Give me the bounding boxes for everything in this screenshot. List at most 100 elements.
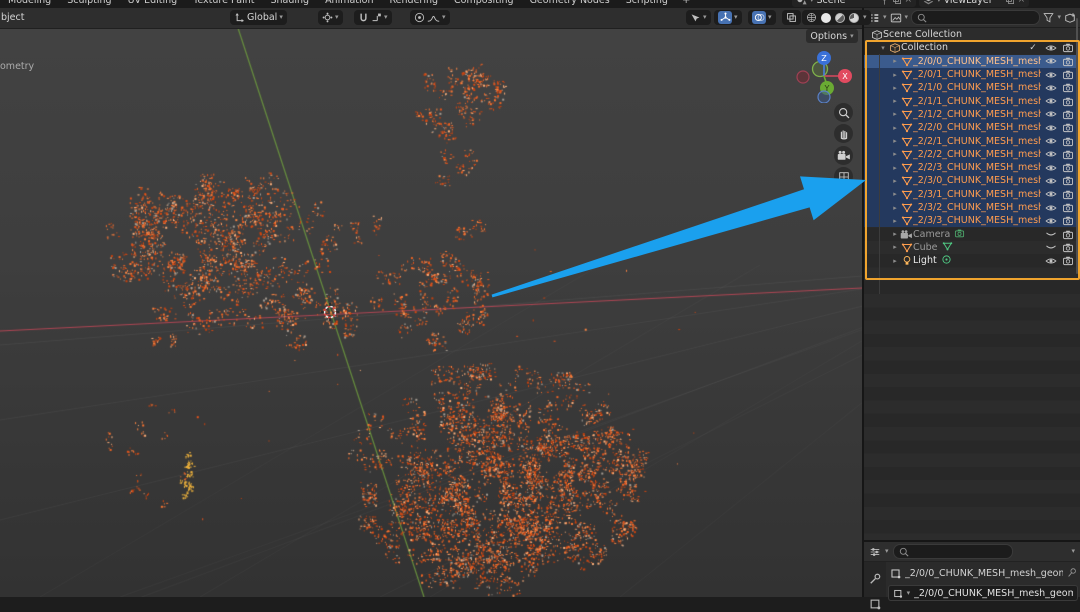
- workspace-tab-rendering[interactable]: Rendering: [382, 0, 447, 6]
- disclosure-icon[interactable]: ▸: [890, 243, 900, 251]
- disclosure-icon[interactable]: ▸: [890, 217, 900, 225]
- render-camera-icon[interactable]: [1061, 82, 1075, 93]
- render-camera-icon[interactable]: [1061, 109, 1075, 120]
- eye-icon[interactable]: [1044, 96, 1058, 106]
- outliner-row[interactable]: ▸ Cube: [864, 241, 1080, 254]
- outliner-row[interactable]: ▸ _2/0/0_CHUNK_MESH_mesh_geome: [864, 54, 1080, 68]
- xray-toggle[interactable]: [782, 10, 801, 25]
- disclosure-icon[interactable]: ▸: [890, 164, 900, 172]
- display-mode-icon[interactable]: [890, 12, 902, 24]
- close-icon[interactable]: ×: [905, 0, 913, 5]
- xray-icon[interactable]: [786, 12, 797, 23]
- overlays-dropdown[interactable]: ▾: [748, 10, 776, 25]
- eye-icon[interactable]: [1044, 176, 1058, 186]
- workspace-tab-shading[interactable]: Shading: [262, 0, 317, 6]
- 3d-viewport[interactable]: ometry Options ▾ Z X Y: [0, 28, 862, 597]
- mode-selector[interactable]: bject: [1, 12, 24, 23]
- eye-icon[interactable]: [1044, 242, 1058, 252]
- outliner-row[interactable]: ▸ _2/0/1_CHUNK_MESH_mesh_geome: [864, 67, 1080, 82]
- rendered-shading-icon[interactable]: [849, 12, 859, 23]
- disclosure-icon[interactable]: ▸: [890, 110, 900, 118]
- properties-editor-icon[interactable]: [869, 546, 881, 558]
- outliner-row[interactable]: ▸ _2/2/3_CHUNK_MESH_mesh_geome: [864, 160, 1080, 175]
- snap-target-icon[interactable]: [371, 12, 382, 23]
- eye-icon[interactable]: [1044, 163, 1058, 173]
- proportional-edit-controls[interactable]: ▾: [410, 10, 450, 25]
- disclosure-icon[interactable]: ▸: [890, 97, 900, 105]
- add-workspace-button[interactable]: +: [676, 0, 696, 6]
- outliner-row[interactable]: ▸ Camera: [864, 227, 1080, 240]
- eye-icon[interactable]: [1044, 43, 1058, 53]
- disclosure-icon[interactable]: ▸: [890, 124, 900, 132]
- scene-name[interactable]: Scene: [817, 0, 877, 6]
- copy-viewlayer-icon[interactable]: [1005, 0, 1015, 5]
- checkbox-checked-icon[interactable]: ✓: [1026, 43, 1040, 53]
- material-preview-icon[interactable]: [835, 12, 845, 23]
- eye-icon[interactable]: [1044, 70, 1058, 80]
- outliner-row[interactable]: ▸ Light: [864, 254, 1080, 267]
- ortho-toggle-button[interactable]: [834, 167, 853, 186]
- render-camera-icon[interactable]: [1061, 149, 1075, 160]
- render-camera-icon[interactable]: [1061, 96, 1075, 107]
- render-camera-icon[interactable]: [1061, 202, 1075, 213]
- eye-icon[interactable]: [1044, 83, 1058, 93]
- object-visibility-dropdown[interactable]: ▾: [686, 10, 711, 25]
- workspace-tab-modeling[interactable]: Modeling: [0, 0, 59, 6]
- viewlayer-name[interactable]: ViewLayer: [944, 0, 1002, 6]
- eye-icon[interactable]: [1044, 149, 1058, 159]
- workspace-tab-compositing[interactable]: Compositing: [446, 0, 522, 6]
- gizmo-neg-x-ball[interactable]: [796, 70, 810, 84]
- render-camera-icon[interactable]: [1061, 189, 1075, 200]
- camera-view-button[interactable]: [834, 146, 853, 165]
- disclosure-icon[interactable]: ▸: [890, 230, 900, 238]
- disclosure-icon[interactable]: ▸: [890, 204, 900, 212]
- outliner-row[interactable]: ▸ _2/2/2_CHUNK_MESH_mesh_geome: [864, 147, 1080, 161]
- falloff-curve-icon[interactable]: [427, 13, 440, 23]
- render-camera-icon[interactable]: [1061, 56, 1075, 67]
- proportional-edit-icon[interactable]: [414, 12, 425, 23]
- disclosure-icon[interactable]: ▸: [890, 190, 900, 198]
- render-camera-icon[interactable]: [1061, 229, 1075, 240]
- eye-icon[interactable]: [1044, 216, 1058, 226]
- render-camera-icon[interactable]: [1061, 42, 1075, 53]
- solid-shading-icon[interactable]: [821, 12, 831, 23]
- eye-icon[interactable]: [1044, 189, 1058, 199]
- magnet-icon[interactable]: [358, 12, 369, 23]
- disclosure-icon[interactable]: ▸: [890, 177, 900, 185]
- workspace-tab-texture-paint[interactable]: Texture Paint: [185, 0, 262, 6]
- render-camera-icon[interactable]: [1061, 242, 1075, 253]
- snap-controls[interactable]: ▾: [354, 10, 392, 25]
- object-name-field[interactable]: ▾ _2/0/0_CHUNK_MESH_mesh_geometry: [888, 585, 1078, 601]
- eye-icon[interactable]: [1044, 229, 1058, 239]
- transform-orientation-dropdown[interactable]: Global ▾: [230, 10, 287, 25]
- navigation-gizmo[interactable]: Z X Y: [796, 47, 852, 103]
- wireframe-shading-icon[interactable]: [806, 12, 817, 23]
- outliner-row[interactable]: ▸ _2/3/0_CHUNK_MESH_mesh_geome: [864, 174, 1080, 188]
- workspace-tab-sculpting[interactable]: Sculpting: [59, 0, 119, 6]
- workspace-tab-scripting[interactable]: Scripting: [618, 0, 676, 6]
- tab-object[interactable]: [864, 587, 886, 612]
- filter-icon[interactable]: [1043, 12, 1054, 23]
- outliner-row[interactable]: ▸ _2/2/0_CHUNK_MESH_mesh_geome: [864, 121, 1080, 135]
- render-camera-icon[interactable]: [1061, 162, 1075, 173]
- eye-icon[interactable]: [1044, 203, 1058, 213]
- eye-icon[interactable]: [1044, 256, 1058, 266]
- gizmos-dropdown[interactable]: ▾: [714, 10, 742, 25]
- render-camera-icon[interactable]: [1061, 136, 1075, 147]
- pivot-point-dropdown[interactable]: ▾: [318, 10, 343, 25]
- eye-icon[interactable]: [1044, 123, 1058, 133]
- render-camera-icon[interactable]: [1061, 122, 1075, 133]
- scene-selector[interactable]: ▾ Scene ×: [792, 0, 917, 7]
- workspace-tab-geometry-nodes[interactable]: Geometry Nodes: [522, 0, 618, 6]
- new-collection-icon[interactable]: [1064, 12, 1076, 24]
- pin-icon[interactable]: [1064, 566, 1079, 581]
- outliner-scrollbar[interactable]: [1075, 18, 1078, 274]
- viewlayer-selector[interactable]: ▾ ViewLayer ×: [919, 0, 1030, 7]
- outliner-row[interactable]: ▸ _2/3/3_CHUNK_MESH_mesh_geome: [864, 214, 1080, 228]
- collection-row[interactable]: ▾ Collection ✓: [864, 41, 1080, 54]
- render-camera-icon[interactable]: [1061, 215, 1075, 226]
- outliner-search-input[interactable]: [911, 10, 1041, 25]
- outliner-row[interactable]: ▸ _2/3/1_CHUNK_MESH_mesh_geome: [864, 187, 1080, 201]
- render-camera-icon[interactable]: [1061, 255, 1075, 266]
- disclosure-icon[interactable]: ▸: [890, 257, 900, 265]
